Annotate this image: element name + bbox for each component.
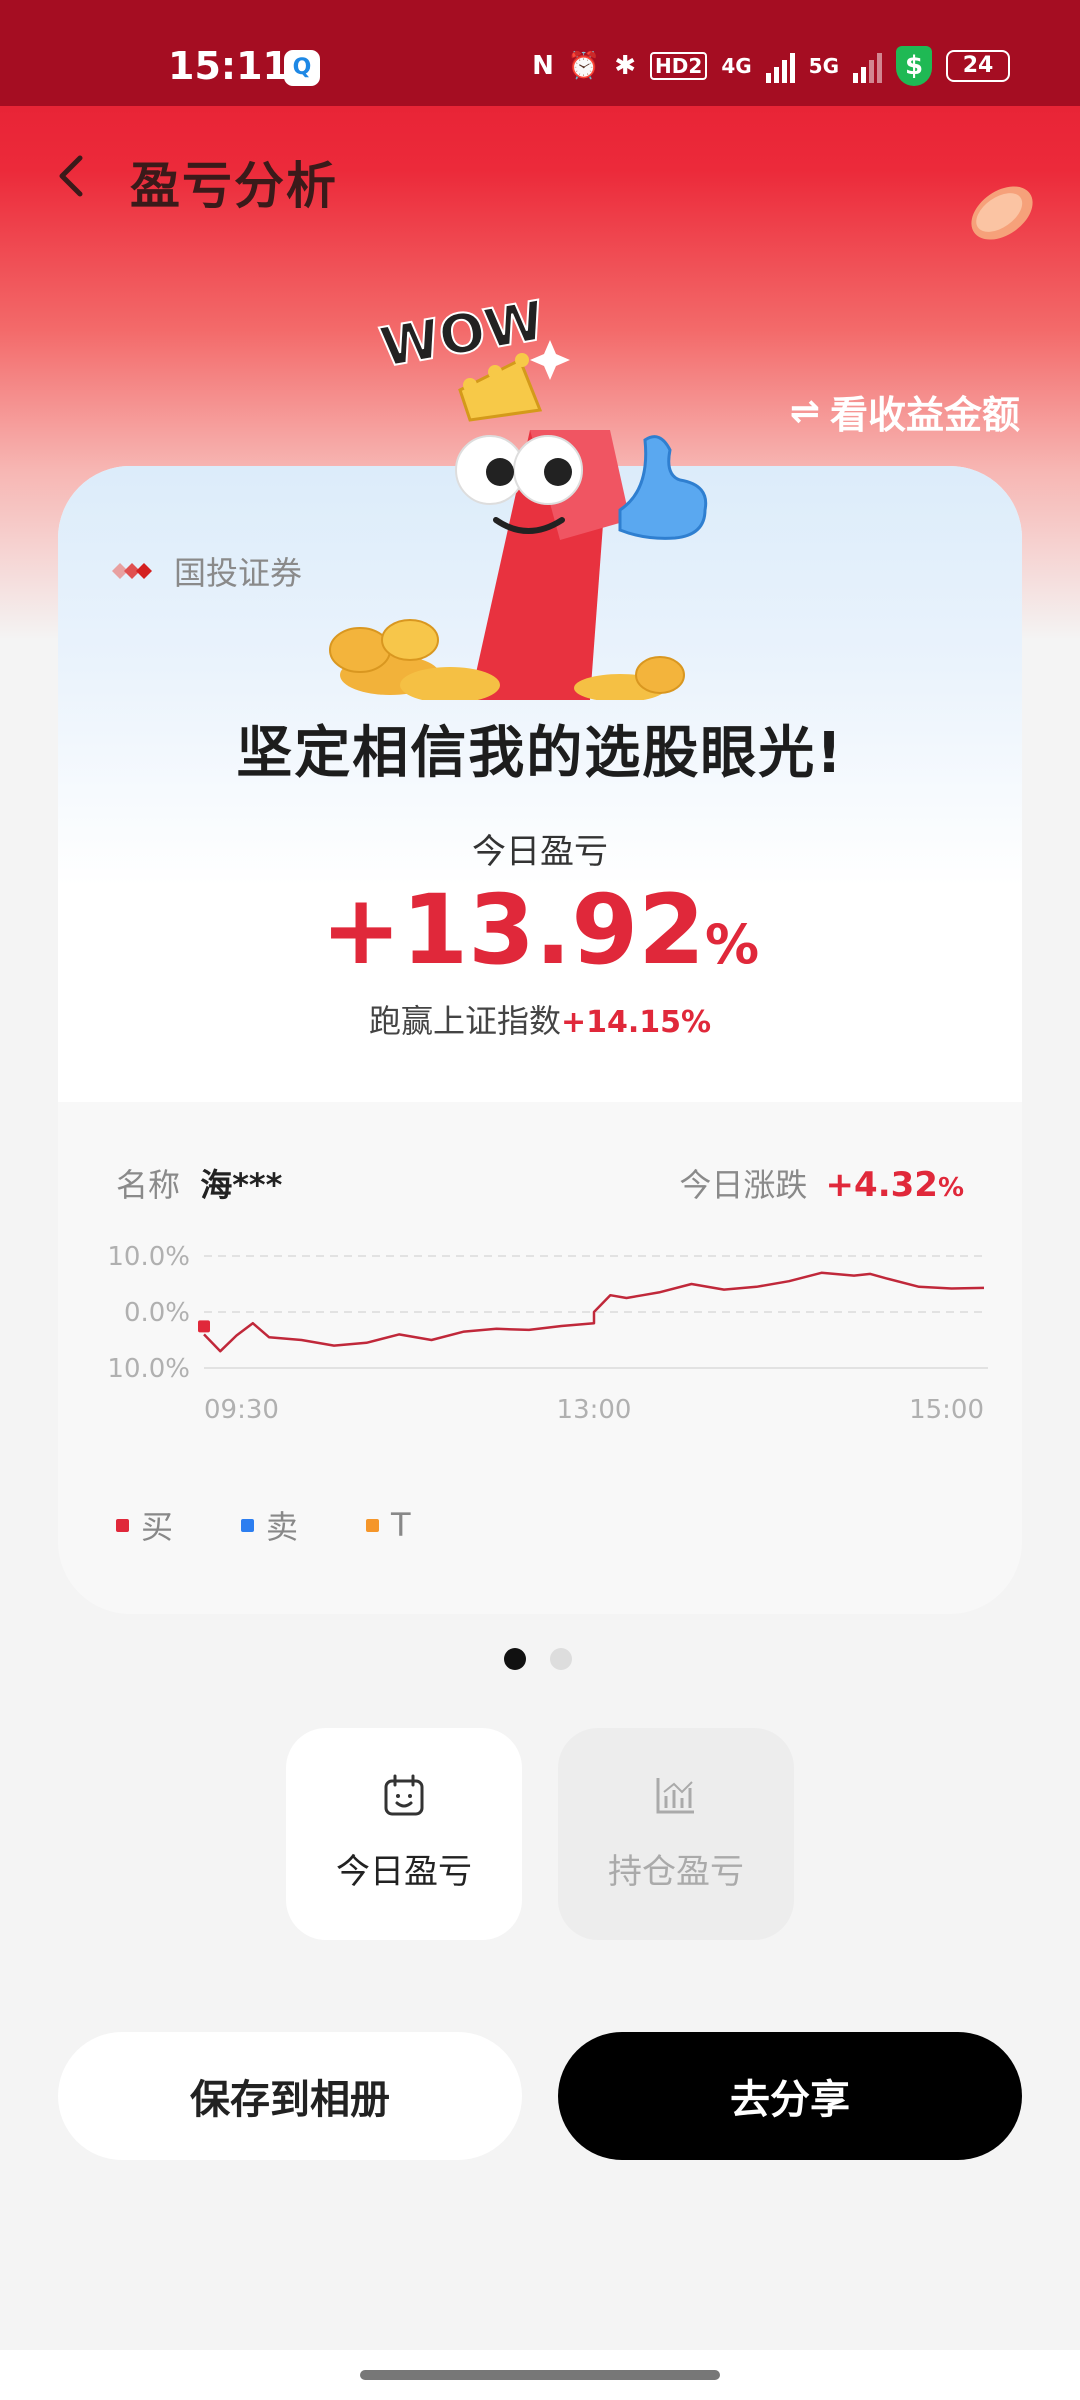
nfc-icon: N <box>532 51 554 81</box>
legend-label: T <box>391 1506 411 1544</box>
status-icons: N ⏰ ✱ HD2 4G 5G $ 24 <box>532 46 1010 86</box>
pl-unit: % <box>704 913 760 976</box>
stock-info-row: 名称 海*** 今日涨跌 +4.32% <box>116 1160 964 1210</box>
x-tick-label: 15:00 <box>909 1395 984 1425</box>
legend-swatch <box>116 1518 129 1532</box>
legend-label: 买 <box>141 1508 174 1546</box>
trade-marker <box>198 1320 210 1333</box>
legend-swatch <box>366 1518 380 1532</box>
security-shield-icon: $ <box>896 46 932 86</box>
share-button[interactable]: 去分享 <box>558 2032 1022 2160</box>
network-4g-label: 4G <box>721 54 752 78</box>
status-time: 15:11 <box>168 44 289 88</box>
change-number: +4.32 <box>825 1165 938 1205</box>
tab-today-label: 今日盈亏 <box>336 1852 472 1892</box>
tab-position-label: 持仓盈亏 <box>608 1852 744 1892</box>
notification-app-icon: Q <box>284 50 320 86</box>
pl-number: +13.92 <box>320 874 705 986</box>
bluetooth-icon: ✱ <box>614 51 637 81</box>
save-to-album-button[interactable]: 保存到相册 <box>58 2032 522 2160</box>
mascot-illustration: WOW <box>329 288 708 700</box>
x-tick-label: 09:30 <box>204 1395 279 1425</box>
signal-4g-icon <box>765 49 795 83</box>
page-indicator <box>504 1648 572 1670</box>
bar-chart-icon <box>656 1778 694 1814</box>
back-arrow-icon[interactable] <box>44 148 100 204</box>
network-5g-label: 5G <box>808 54 839 78</box>
daily-change: 今日涨跌 +4.32% <box>679 1160 964 1206</box>
beat-value: +14.15% <box>560 1005 712 1040</box>
legend-swatch <box>241 1518 255 1532</box>
tab-position-pl[interactable]: 持仓盈亏 <box>558 1728 794 1940</box>
chart-legend: 买卖T <box>116 1502 411 1548</box>
toggle-amount-button[interactable]: ⇌ 看收益金额 <box>790 384 1020 439</box>
broker: 国投证券 <box>112 548 302 594</box>
page-title: 盈亏分析 <box>130 157 338 215</box>
signal-5g-icon <box>853 49 882 83</box>
swap-icon: ⇌ <box>789 391 820 432</box>
name-label: 名称 <box>116 1166 181 1204</box>
intraday-chart: 10.0% 0.0% -10.0% 09:30 13:00 15:00 <box>108 1242 988 1425</box>
pl-value: +13.92% <box>58 874 1022 986</box>
y-tick-label: 10.0% <box>108 1242 190 1272</box>
page-dot[interactable] <box>550 1648 572 1670</box>
legend-item: 卖 <box>241 1502 298 1548</box>
change-label: 今日涨跌 <box>679 1166 808 1204</box>
headline: 坚定相信我的选股眼光! <box>236 721 844 786</box>
status-bar: 15:11 Q N ⏰ ✱ HD2 4G 5G $ 24 <box>0 0 1080 106</box>
y-tick-label: -10.0% <box>108 1354 190 1384</box>
broker-logo-icon <box>112 563 152 579</box>
x-tick-label: 13:00 <box>557 1395 632 1425</box>
page-dot[interactable] <box>504 1648 526 1670</box>
name-value: 海*** <box>200 1166 283 1204</box>
y-tick-label: 0.0% <box>124 1298 190 1328</box>
legend-item: 买 <box>116 1502 173 1548</box>
broker-name: 国投证券 <box>174 554 303 592</box>
change-value: +4.32% <box>825 1165 964 1205</box>
navigation-bar <box>0 2350 1080 2400</box>
floating-coin-decoration <box>964 175 1040 251</box>
beat-label: 跑赢上证指数 <box>368 1002 561 1040</box>
hd-voice-icon: HD2 <box>650 52 708 80</box>
calendar-smile-icon <box>384 1774 424 1816</box>
legend-item: T <box>366 1502 411 1548</box>
legend-label: 卖 <box>266 1508 299 1546</box>
tab-today-pl[interactable]: 今日盈亏 <box>286 1728 522 1940</box>
toggle-amount-label: 看收益金额 <box>829 393 1020 437</box>
home-indicator[interactable] <box>360 2370 720 2380</box>
battery-icon: 24 <box>946 50 1010 82</box>
pl-label: 今日盈亏 <box>472 832 608 872</box>
change-unit: % <box>937 1173 964 1203</box>
beat-index: 跑赢上证指数+14.15% <box>58 996 1022 1042</box>
top-bar: 盈亏分析 <box>0 106 1080 246</box>
alarm-icon: ⏰ <box>567 51 601 81</box>
